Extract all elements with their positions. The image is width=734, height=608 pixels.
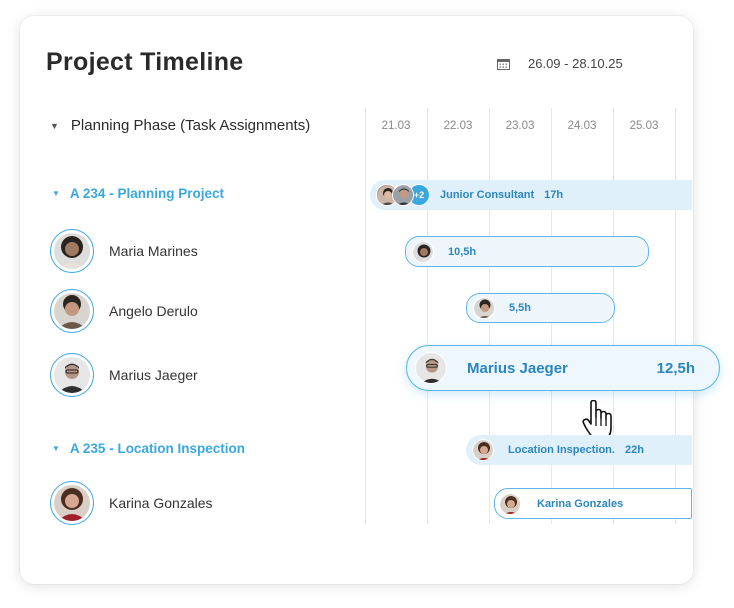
person-name: Maria Marines bbox=[109, 243, 198, 259]
calendar-icon bbox=[497, 58, 510, 70]
person-row-angelo[interactable]: Angelo Derulo bbox=[50, 289, 198, 333]
avatar bbox=[412, 240, 434, 263]
date-range-text: 26.09 - 28.10.25 bbox=[528, 56, 623, 71]
person-name: Marius Jaeger bbox=[109, 367, 198, 383]
phase-title: Planning Phase (Task Assignments) bbox=[70, 117, 311, 134]
date-label: 25.03 bbox=[629, 120, 659, 132]
popover-hours: 12,5h bbox=[656, 359, 695, 377]
person-row-marius[interactable]: Marius Jaeger bbox=[50, 353, 198, 397]
task-bar-maria[interactable]: 10,5h bbox=[405, 236, 649, 267]
grid-line bbox=[427, 108, 428, 524]
avatar bbox=[472, 439, 494, 461]
collapse-triangle-icon[interactable]: ▼ bbox=[52, 444, 60, 453]
avatar bbox=[392, 184, 414, 206]
avatar bbox=[473, 297, 495, 319]
avatar bbox=[50, 289, 94, 333]
avatar bbox=[50, 481, 94, 525]
grid-line bbox=[365, 108, 366, 524]
project-row-a235[interactable]: ▼ A 235 - Location Inspection bbox=[52, 441, 245, 456]
bar-role: Junior Consultant bbox=[440, 189, 535, 201]
bar-hours: 10,5h bbox=[448, 245, 477, 258]
date-label: 23.03 bbox=[505, 120, 535, 132]
date-label: 21.03 bbox=[381, 120, 411, 132]
task-bar-angelo[interactable]: 5,5h bbox=[466, 293, 615, 323]
person-row-maria[interactable]: Maria Marines bbox=[50, 229, 198, 273]
date-label: 24.03 bbox=[567, 120, 597, 132]
bar-label: Karina Gonzales bbox=[537, 497, 624, 510]
project-row-a234[interactable]: ▼ A 234 - Planning Project bbox=[52, 186, 224, 201]
bar-hours: 17h bbox=[544, 189, 564, 201]
avatar bbox=[50, 353, 94, 397]
date-range-picker[interactable]: 26.09 - 28.10.25 bbox=[497, 56, 623, 71]
avatar bbox=[415, 352, 447, 384]
project-bar-a235[interactable]: Location Inspection. 22h bbox=[466, 435, 692, 465]
person-name: Angelo Derulo bbox=[109, 303, 198, 319]
person-row-karina[interactable]: Karina Gonzales bbox=[50, 481, 213, 525]
date-label: 22.03 bbox=[443, 120, 473, 132]
page-title: Project Timeline bbox=[46, 48, 244, 76]
popover-name: Marius Jaeger bbox=[467, 359, 568, 377]
date-header: 21.03 22.03 23.03 24.03 25.03 bbox=[345, 108, 675, 142]
avatar bbox=[499, 492, 521, 515]
bar-hours: 5,5h bbox=[509, 302, 532, 314]
task-bar-karina[interactable]: Karina Gonzales bbox=[494, 488, 692, 519]
bar-role: Location Inspection. bbox=[508, 444, 615, 456]
person-name: Karina Gonzales bbox=[109, 495, 213, 511]
highlighted-task-bar-marius[interactable]: Marius Jaeger 12,5h bbox=[406, 345, 720, 391]
bar-hours: 22h bbox=[624, 444, 644, 456]
project-name: A 235 - Location Inspection bbox=[69, 441, 245, 456]
project-bar-a234[interactable]: +2 Junior Consultant 17h bbox=[370, 180, 692, 210]
avatar bbox=[50, 229, 94, 273]
phase-header[interactable]: ▼ Planning Phase (Task Assignments) bbox=[50, 117, 310, 134]
project-name: A 234 - Planning Project bbox=[69, 186, 224, 201]
collapse-triangle-icon[interactable]: ▼ bbox=[52, 189, 60, 198]
collapse-triangle-icon[interactable]: ▼ bbox=[50, 121, 59, 131]
